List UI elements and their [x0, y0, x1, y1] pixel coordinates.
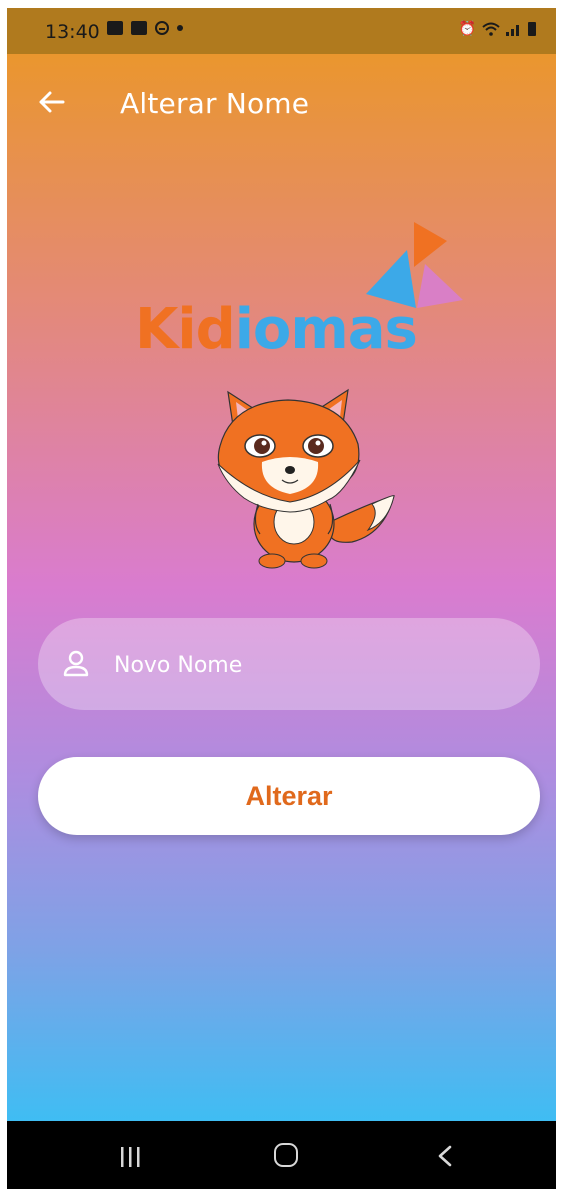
- person-icon: [63, 650, 89, 677]
- gallery-icon: [107, 21, 123, 35]
- page-title: Alterar Nome: [120, 87, 310, 120]
- wifi-icon: [482, 22, 500, 36]
- fox-mascot-illustration: [217, 388, 395, 569]
- puzzle-icon: [131, 21, 147, 35]
- notification-icons: [107, 21, 183, 35]
- logo-wordmark: Kidiomas: [135, 302, 418, 358]
- battery-icon: [528, 22, 536, 36]
- back-button[interactable]: [35, 86, 67, 118]
- recents-icon[interactable]: [119, 1147, 143, 1167]
- home-icon[interactable]: [274, 1143, 298, 1167]
- signal-icon: [506, 25, 519, 36]
- alarm-icon: ⏰: [458, 21, 476, 37]
- do-not-disturb-icon: [155, 21, 169, 35]
- phone-screen: 13:40 ⏰ Alterar Nome Kidiomas Novo Nome …: [7, 8, 556, 1189]
- kidiomas-logo: Kidiomas: [129, 222, 469, 372]
- logo-text-iomas: iomas: [234, 297, 418, 362]
- back-icon[interactable]: [437, 1145, 453, 1167]
- more-notifications-icon: [177, 25, 183, 31]
- main-content: Alterar Nome Kidiomas Novo Nome Alterar: [7, 54, 556, 1121]
- arrow-left-icon: [39, 91, 65, 113]
- system-icons: ⏰: [459, 21, 536, 37]
- submit-button[interactable]: Alterar: [38, 757, 540, 835]
- new-name-input[interactable]: [112, 638, 516, 692]
- system-nav-bar: [7, 1121, 556, 1189]
- status-time: 13:40: [45, 21, 100, 43]
- status-bar: 13:40 ⏰: [7, 8, 556, 54]
- logo-text-kid: Kid: [135, 297, 236, 362]
- new-name-field[interactable]: [38, 618, 540, 710]
